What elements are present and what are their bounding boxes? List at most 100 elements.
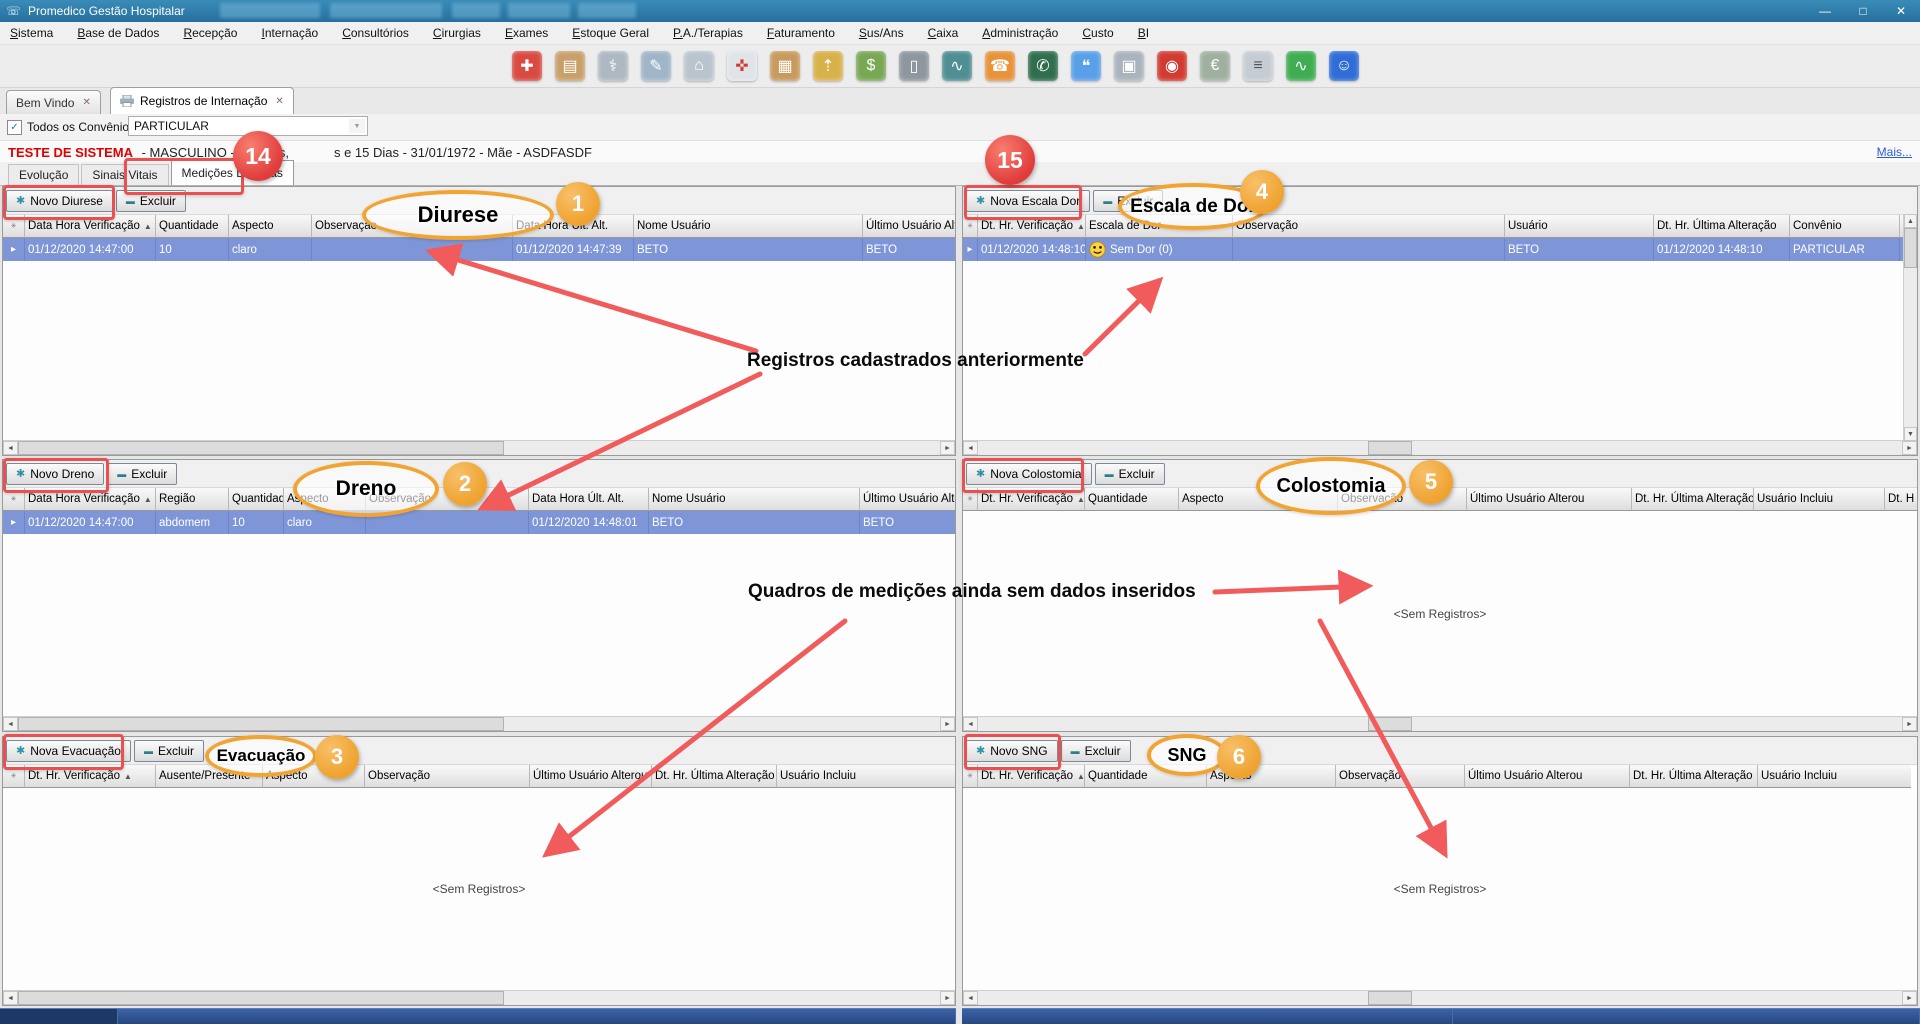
dreno-row-selected[interactable]: ▸ 01/12/2020 14:47:00 abdomem 10 claro 0…: [3, 511, 955, 534]
column-header[interactable]: Dt. Hr. Última Alteração: [1632, 488, 1754, 511]
column-header[interactable]: Quantidade: [156, 215, 229, 238]
menu-estoque-geral[interactable]: Estoque Geral: [572, 26, 649, 40]
prescription-icon[interactable]: ✎: [641, 51, 671, 81]
close-tab-icon[interactable]: ✕: [82, 97, 90, 108]
scroll-thumb[interactable]: [1368, 991, 1412, 1005]
scroll-left-icon[interactable]: ◄: [963, 717, 978, 731]
colostomia-hscrollbar[interactable]: ◄ ►: [963, 716, 1917, 731]
scroll-left-icon[interactable]: ◄: [963, 441, 978, 455]
scroll-left-icon[interactable]: ◄: [3, 717, 18, 731]
column-header[interactable]: Dt. Hr. Última Alteração: [652, 765, 777, 788]
scroll-left-icon[interactable]: ◄: [963, 991, 978, 1005]
diurese-row-selected[interactable]: ▸ 01/12/2020 14:47:00 10 claro 01/12/202…: [3, 238, 955, 261]
power-icon[interactable]: ◉: [1157, 51, 1187, 81]
supplies-box-icon[interactable]: ▦: [770, 51, 800, 81]
menu-bi[interactable]: BI: [1138, 26, 1149, 40]
menu-exames[interactable]: Exames: [505, 26, 548, 40]
scroll-right-icon[interactable]: ►: [940, 991, 955, 1005]
column-header[interactable]: Escala de Dor: [1086, 215, 1233, 238]
column-header[interactable]: Último Usuário Alterou: [860, 488, 955, 511]
column-header[interactable]: Data Hora Verificação▲: [25, 488, 156, 511]
column-header[interactable]: Quantidade: [1085, 488, 1179, 511]
column-header[interactable]: Dt. Hr. Verificação▲: [978, 765, 1085, 788]
excluir-sng-button[interactable]: ▬Excluir: [1061, 740, 1131, 762]
column-header[interactable]: Aspecto: [263, 765, 365, 788]
column-header[interactable]: Dt. Hr. Verificação▲: [978, 488, 1085, 511]
column-header[interactable]: Último Usuário Alterou: [1467, 488, 1632, 511]
scroll-right-icon[interactable]: ►: [1902, 991, 1917, 1005]
nova-escala-dor-button[interactable]: ✱Nova Escala Dor: [966, 190, 1090, 212]
evacuacao-hscrollbar[interactable]: ◄ ►: [3, 990, 955, 1005]
scroll-thumb[interactable]: [18, 991, 504, 1005]
column-header[interactable]: Ausente/Presente: [156, 765, 263, 788]
scroll-thumb[interactable]: [18, 717, 504, 731]
column-header[interactable]: Último Usuário Alterou: [530, 765, 652, 788]
column-header[interactable]: Data Hora Últ. Alt.: [513, 215, 634, 238]
menu-internacao[interactable]: Internação: [261, 26, 318, 40]
scroll-up-icon[interactable]: ▲: [1904, 214, 1917, 228]
column-header[interactable]: Último Usuário Alterou: [863, 215, 955, 238]
menu-consultorios[interactable]: Consultórios: [342, 26, 409, 40]
menu-sus-ans[interactable]: Sus/Ans: [859, 26, 904, 40]
menu-pa-terapias[interactable]: P.A./Terapias: [673, 26, 743, 40]
scroll-right-icon[interactable]: ►: [940, 441, 955, 455]
column-header[interactable]: Observação: [365, 765, 530, 788]
sng-hscrollbar[interactable]: ◄ ►: [963, 990, 1917, 1005]
close-button[interactable]: ✕: [1882, 0, 1920, 22]
excluir-dreno-button[interactable]: ▬Excluir: [107, 463, 177, 485]
billing-icon[interactable]: €: [1200, 51, 1230, 81]
scroll-down-icon[interactable]: ▼: [1904, 427, 1917, 441]
escala-hscrollbar[interactable]: ◄ ►: [963, 440, 1917, 455]
patient-folder-icon[interactable]: ▤: [555, 51, 585, 81]
column-header[interactable]: Usuário Incluiu: [777, 765, 955, 788]
excluir-evacuacao-button[interactable]: ▬Excluir: [134, 740, 204, 762]
money-icon[interactable]: $: [856, 51, 886, 81]
menu-custo[interactable]: Custo: [1082, 26, 1113, 40]
safe-icon[interactable]: ▯: [899, 51, 929, 81]
emergency-icon[interactable]: ✚: [512, 51, 542, 81]
tab-sinais-vitais[interactable]: Sinais Vitais: [81, 164, 168, 185]
column-header[interactable]: Dt. H: [1885, 488, 1917, 511]
column-header[interactable]: Observação: [1338, 488, 1467, 511]
excluir-escala-button[interactable]: ▬Excluir: [1093, 190, 1163, 212]
news-monitor-icon[interactable]: ▣: [1114, 51, 1144, 81]
menu-caixa[interactable]: Caixa: [928, 26, 959, 40]
nova-colostomia-button[interactable]: ✱Nova Colostomia: [966, 463, 1092, 485]
scroll-right-icon[interactable]: ►: [940, 717, 955, 731]
menu-faturamento[interactable]: Faturamento: [767, 26, 835, 40]
tab-registros-internacao[interactable]: Registros de Internação ✕: [110, 87, 294, 114]
scroll-thumb[interactable]: [1368, 441, 1412, 455]
finance-chart-icon[interactable]: ∿: [942, 51, 972, 81]
column-header[interactable]: Dt. Hr. Última Alteração: [1630, 765, 1758, 788]
scroll-thumb[interactable]: [18, 441, 504, 455]
todos-convenios-checkbox[interactable]: ✓: [7, 120, 22, 135]
menu-recepcao[interactable]: Recepção: [183, 26, 237, 40]
dreno-hscrollbar[interactable]: ◄ ►: [3, 716, 955, 731]
scroll-thumb[interactable]: [1368, 717, 1412, 731]
diurese-hscrollbar[interactable]: ◄ ►: [3, 440, 955, 455]
menu-sistema[interactable]: Sistema: [10, 26, 53, 40]
escala-vscrollbar[interactable]: ▲ ▼: [1903, 214, 1917, 441]
column-header[interactable]: Último Usuário Alterou: [1465, 765, 1630, 788]
hospital-bed-icon[interactable]: ⌂: [684, 51, 714, 81]
column-header[interactable]: Aspecto: [284, 488, 366, 511]
novo-diurese-button[interactable]: ✱Novo Diurese: [6, 190, 113, 212]
novo-dreno-button[interactable]: ✱Novo Dreno: [6, 463, 104, 485]
tab-bem-vindo[interactable]: Bem Vindo ✕: [6, 90, 101, 114]
novo-sng-button[interactable]: ✱Novo SNG: [966, 740, 1058, 762]
column-header[interactable]: Quantidade: [1085, 765, 1207, 788]
column-header[interactable]: Aspecto: [1207, 765, 1336, 788]
patient-blue-icon[interactable]: ☺: [1329, 51, 1359, 81]
nova-evacuacao-button[interactable]: ✱Nova Evacuação: [6, 740, 131, 762]
excluir-colostomia-button[interactable]: ▬Excluir: [1095, 463, 1165, 485]
menu-cirurgias[interactable]: Cirurgias: [433, 26, 481, 40]
tab-medicoes-diversas[interactable]: Medições Diversas: [171, 160, 294, 185]
column-header[interactable]: Região: [156, 488, 229, 511]
scroll-right-icon[interactable]: ►: [1902, 441, 1917, 455]
column-header[interactable]: Data Hora Verificação▲: [25, 215, 156, 238]
scroll-left-icon[interactable]: ◄: [3, 441, 18, 455]
column-header[interactable]: Observação: [312, 215, 513, 238]
menu-administracao[interactable]: Administração: [982, 26, 1058, 40]
ambulance-icon[interactable]: ✜: [727, 51, 757, 81]
maximize-button[interactable]: □: [1844, 0, 1882, 22]
